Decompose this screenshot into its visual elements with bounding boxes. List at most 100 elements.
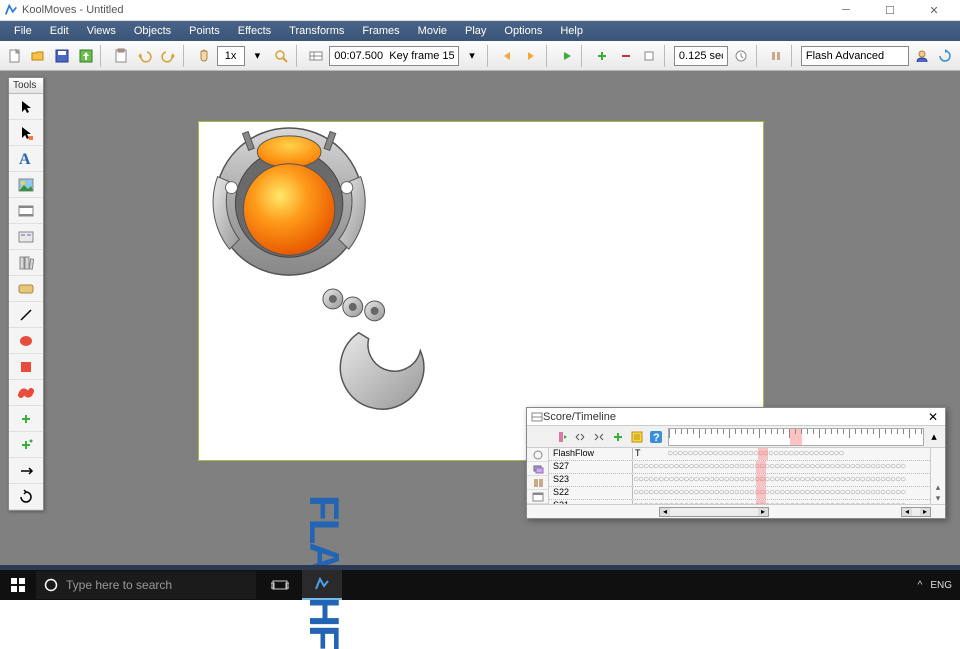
toolbar-separator (664, 45, 670, 67)
library-tool[interactable] (9, 250, 43, 276)
duration-clock-button[interactable] (730, 45, 752, 67)
timeline-row[interactable]: FlashFlowT ○○○○○○○○○○○○○○○○○○○○○○○○○○○○○… (549, 448, 930, 461)
undo-button[interactable] (134, 45, 156, 67)
menu-transforms[interactable]: Transforms (281, 23, 352, 39)
next-frame-button[interactable] (520, 45, 542, 67)
menu-frames[interactable]: Frames (354, 23, 407, 39)
play-button[interactable] (556, 45, 578, 67)
menu-effects[interactable]: Effects (230, 23, 279, 39)
oval-tool[interactable] (9, 328, 43, 354)
menu-objects[interactable]: Objects (126, 23, 179, 39)
window-title: KoolMoves - Untitled (22, 4, 824, 16)
menu-play[interactable]: Play (457, 23, 494, 39)
minimize-button[interactable]: ─ (824, 0, 868, 20)
menu-options[interactable]: Options (496, 23, 550, 39)
timeline-ruler[interactable] (668, 428, 924, 446)
save-button[interactable] (51, 45, 73, 67)
freehand-tool[interactable] (9, 380, 43, 406)
timeline-icon (531, 411, 543, 423)
tl-onion-button[interactable] (527, 448, 548, 462)
app-icon (4, 3, 18, 17)
koolmoves-task-button[interactable] (302, 570, 342, 600)
clip-tool[interactable] (9, 198, 43, 224)
frame-display[interactable] (329, 46, 459, 66)
tl-end-button[interactable]: ▴ (925, 428, 943, 446)
bone-tool[interactable] (9, 458, 43, 484)
open-button[interactable] (28, 45, 50, 67)
clipboard-button[interactable] (110, 45, 132, 67)
hand-tool-button[interactable] (193, 45, 215, 67)
timeline-row[interactable]: S27○○○○○○○○○○○○○○○○○○○○○○○○○○○○○○○○○○○○○… (549, 461, 930, 474)
user-button[interactable] (911, 45, 933, 67)
tl-sound-button[interactable] (527, 476, 548, 490)
timeline-row[interactable]: S23○○○○○○○○○○○○○○○○○○○○○○○○○○○○○○○○○○○○○… (549, 474, 930, 487)
rotate-tool[interactable] (9, 484, 43, 510)
prev-frame-button[interactable] (497, 45, 519, 67)
menubar: File Edit Views Objects Points Effects T… (0, 21, 960, 41)
button-tool[interactable] (9, 276, 43, 302)
tl-layers-button[interactable] (527, 462, 548, 476)
maximize-button[interactable]: ☐ (868, 0, 912, 20)
scroll-up-button[interactable]: ▴ (931, 482, 945, 493)
toolbar-separator (756, 45, 762, 67)
tl-expand-button[interactable] (590, 428, 608, 446)
menu-edit[interactable]: Edit (42, 23, 77, 39)
refresh-button[interactable] (934, 45, 956, 67)
tl-help-button[interactable]: ? (647, 428, 665, 446)
taskbar-search[interactable]: Type here to search (36, 571, 256, 599)
tools-panel: Tools A (8, 77, 44, 511)
timeline-button[interactable] (306, 45, 328, 67)
tl-insert-button[interactable] (552, 428, 570, 446)
timeline-row[interactable]: S21○○○○○○○○○○○○○○○○○○○○○○○○○○○○○○○○○○○○○… (549, 500, 930, 504)
zoom-level-input[interactable] (217, 46, 245, 66)
menu-points[interactable]: Points (181, 23, 228, 39)
tl-shrink-button[interactable] (571, 428, 589, 446)
menu-views[interactable]: Views (79, 23, 124, 39)
titlebar: KoolMoves - Untitled ─ ☐ ✕ (0, 0, 960, 21)
component-tool[interactable] (9, 224, 43, 250)
language-indicator[interactable]: ENG (930, 580, 952, 591)
rect-tool[interactable] (9, 354, 43, 380)
menu-file[interactable]: File (6, 23, 40, 39)
taskview-button[interactable] (260, 570, 300, 600)
frame-duration-input[interactable] (674, 46, 728, 66)
tray-chevron-icon[interactable]: ^ (918, 580, 923, 591)
frame-props-button[interactable] (638, 45, 660, 67)
main-toolbar: ▾ ▾ (0, 41, 960, 71)
search-placeholder: Type here to search (66, 578, 172, 592)
mode-select[interactable] (801, 46, 909, 66)
start-button[interactable] (0, 570, 36, 600)
subselection-tool[interactable] (9, 120, 43, 146)
point-add-tool[interactable] (9, 432, 43, 458)
toolbar-separator (791, 45, 797, 67)
timeline-row[interactable]: S22○○○○○○○○○○○○○○○○○○○○○○○○○○○○○○○○○○○○○… (549, 487, 930, 500)
system-tray: ^ ENG (910, 580, 960, 591)
add-frame-button[interactable] (591, 45, 613, 67)
redo-button[interactable] (157, 45, 179, 67)
frame-dropdown[interactable]: ▾ (461, 45, 483, 67)
tl-add-button[interactable] (609, 428, 627, 446)
scroll-down-button[interactable]: ▾ (931, 493, 945, 504)
menu-movie[interactable]: Movie (410, 23, 455, 39)
close-button[interactable]: ✕ (912, 0, 956, 20)
menu-help[interactable]: Help (552, 23, 591, 39)
workspace: Tools A (0, 71, 960, 565)
group-add-tool[interactable] (9, 406, 43, 432)
timeline-h-scrollbar-2[interactable]: ◂▸ (901, 507, 931, 517)
timeline-h-scrollbar[interactable]: ◂▸ (659, 507, 769, 517)
settings-button[interactable] (765, 45, 787, 67)
text-tool[interactable]: A (9, 146, 43, 172)
timeline-rows: FlashFlowT ○○○○○○○○○○○○○○○○○○○○○○○○○○○○○… (549, 448, 931, 504)
zoom-tool-button[interactable] (270, 45, 292, 67)
new-button[interactable] (4, 45, 26, 67)
zoom-dropdown[interactable]: ▾ (247, 45, 269, 67)
line-tool[interactable] (9, 302, 43, 328)
tl-list-button[interactable] (628, 428, 646, 446)
remove-frame-button[interactable] (615, 45, 637, 67)
image-tool[interactable] (9, 172, 43, 198)
timeline-close-button[interactable]: ✕ (925, 409, 941, 425)
tl-video-button[interactable] (527, 490, 548, 504)
export-button[interactable] (75, 45, 97, 67)
toolbar-separator (100, 45, 106, 67)
selection-tool[interactable] (9, 94, 43, 120)
